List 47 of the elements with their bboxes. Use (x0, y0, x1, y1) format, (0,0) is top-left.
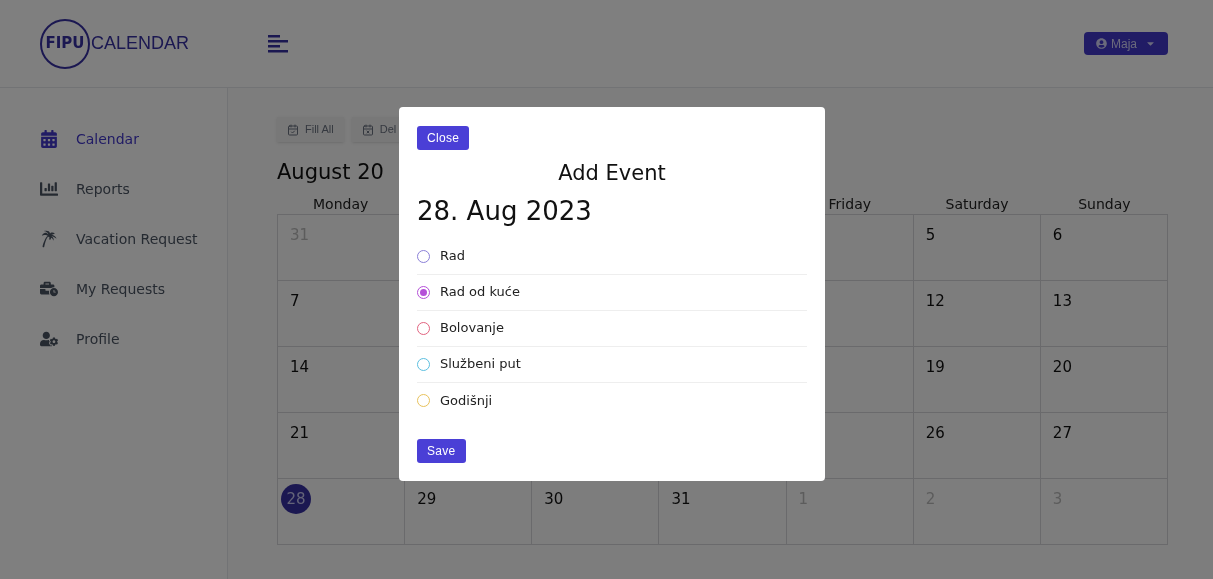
day-number: 19 (925, 358, 945, 376)
sidebar-item[interactable]: Calendar (40, 126, 227, 152)
month-title: August 20 (277, 159, 384, 186)
profile-icon (40, 330, 58, 348)
weekday-label: Friday (828, 195, 871, 214)
day-number: 21 (290, 424, 310, 442)
event-type-option[interactable]: Godišnji (417, 382, 807, 419)
today-date[interactable]: 28 (281, 484, 311, 515)
fill-icon (287, 123, 299, 136)
event-type-option[interactable]: Rad od kuće (417, 274, 807, 311)
event-type-option[interactable]: Bolovanje (417, 310, 807, 347)
day-number: 30 (544, 490, 564, 508)
sidebar-item[interactable]: Vacation Request (40, 226, 227, 252)
requests-icon (40, 280, 58, 298)
day-number: 31 (671, 490, 691, 508)
user-icon (1096, 38, 1107, 49)
day-number: 13 (1052, 292, 1072, 310)
close-button[interactable]: Close (417, 126, 470, 150)
save-button[interactable]: Save (417, 438, 466, 463)
sidebar-item[interactable]: Reports (40, 176, 227, 202)
sidebar-item[interactable]: My Requests (40, 276, 227, 302)
delete-icon (361, 123, 374, 136)
user-menu-button[interactable]: Maja (1084, 32, 1168, 55)
day-number: 29 (417, 490, 437, 508)
weekday-label: Saturday (945, 195, 1009, 214)
day-number: 27 (1052, 424, 1072, 442)
vacation-icon (40, 230, 58, 248)
menu-icon[interactable] (268, 34, 288, 53)
logo-text: CALENDAR (91, 32, 190, 55)
event-type-option[interactable]: Službeni put (417, 346, 807, 383)
event-type-option[interactable]: Rad (417, 238, 807, 275)
day-number: 14 (290, 358, 310, 376)
day-number: 6 (1052, 226, 1063, 244)
reports-icon (40, 180, 58, 198)
dialog-title: Add Event (558, 160, 666, 187)
sidebar-item[interactable]: Profile (40, 326, 227, 352)
weekday-label: Sunday (1078, 195, 1131, 214)
weekday-label: Monday (313, 195, 369, 214)
day-number: 26 (925, 424, 945, 442)
logo-badge: FIPU (40, 18, 90, 69)
day-number: 7 (290, 292, 300, 310)
day-number: 20 (1052, 358, 1072, 376)
toolbar-button[interactable]: Fill All (277, 117, 344, 142)
calendar-icon (40, 130, 58, 148)
selected-date: 28. Aug 2023 (417, 194, 592, 228)
day-number: 12 (925, 292, 945, 310)
day-number: 5 (925, 226, 936, 244)
